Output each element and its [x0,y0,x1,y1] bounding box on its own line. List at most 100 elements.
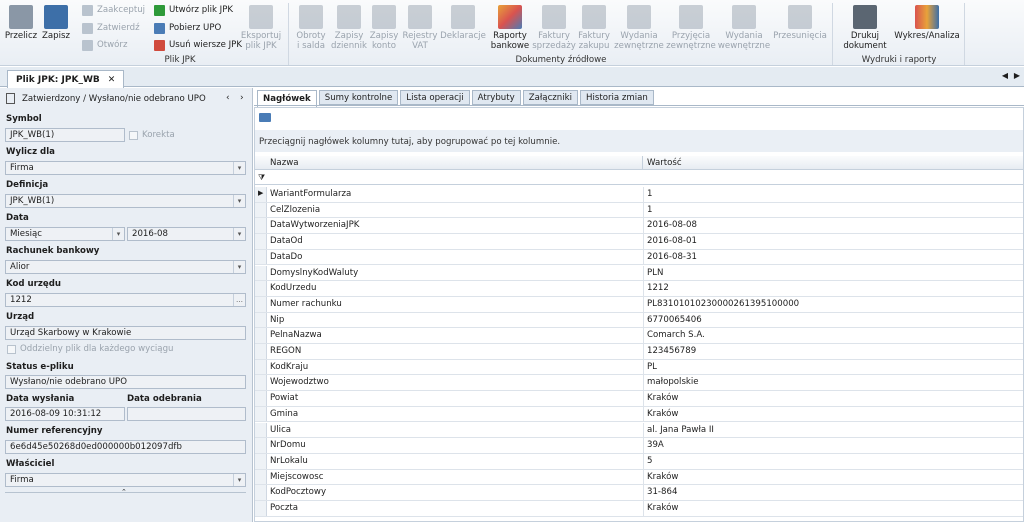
row-indicator[interactable] [255,438,267,453]
cell-nazwa[interactable]: Nip [270,315,284,325]
cell-nazwa[interactable]: REGON [270,346,301,356]
cell-nazwa[interactable]: DomyslnyKodWaluty [270,268,358,278]
chevron-down-icon[interactable]: ▾ [233,162,245,174]
table-row[interactable]: Gmina Kraków [255,406,1023,423]
filter-icon[interactable]: ⧩ [258,173,265,183]
row-indicator[interactable] [255,406,267,422]
cell-wartosc[interactable]: PL [647,362,657,372]
chevron-right-icon[interactable]: › [240,93,244,103]
group-panel[interactable]: Przeciągnij nagłówek kolumny tutaj, aby … [255,130,1023,152]
row-indicator[interactable] [255,375,267,391]
more-icon[interactable]: … [233,294,245,306]
table-row[interactable]: DataWytworzeniaJPK 2016-08-08 [255,218,1023,235]
data-wyslania-field[interactable]: 2016-08-09 10:31:12 [5,407,125,421]
row-indicator[interactable]: ▶ [255,187,267,202]
cell-wartosc[interactable]: 31-864 [647,487,677,497]
data-odebrania-field[interactable] [127,407,246,421]
column-wartosc[interactable]: Wartość [644,156,1022,170]
status-field[interactable]: Wysłano/nie odebrano UPO [5,375,246,389]
tab-sumy-kontrolne[interactable]: Sumy kontrolne [318,90,399,105]
table-row[interactable]: KodUrzedu 1212 [255,281,1023,297]
cell-nazwa[interactable]: NrLokalu [270,456,308,466]
table-row[interactable]: CelZlozenia 1 [255,202,1023,219]
row-indicator[interactable] [255,312,267,328]
przesuniecia-button[interactable]: Przesunięcia [773,2,827,54]
obroty-button[interactable]: Obroty i salda [292,2,330,54]
zapisy-konto-button[interactable]: Zapisy konto [368,2,400,54]
row-indicator[interactable] [255,249,267,265]
table-row[interactable]: Ulica al. Jana Pawła II [255,422,1023,439]
przyjecia-zewnetrzne-button[interactable]: Przyjęcia zewnętrzne [666,2,716,54]
zapisz-button[interactable]: Zapisz [40,2,72,54]
close-icon[interactable]: ✕ [108,75,116,85]
row-indicator[interactable] [255,501,267,516]
cell-wartosc[interactable]: Kraków [647,409,678,419]
cell-nazwa[interactable]: CelZlozenia [270,205,320,215]
table-row[interactable]: REGON 123456789 [255,344,1023,360]
eksportuj-button[interactable]: Eksportuj plik JPK [238,2,284,54]
wydania-zewnetrzne-button[interactable]: Wydania zewnętrzne [614,2,664,54]
cell-wartosc[interactable]: al. Jana Pawła II [647,425,714,435]
cell-wartosc[interactable]: PL83101010230000261395100000 [647,299,799,309]
row-indicator[interactable] [255,296,267,312]
cell-wartosc[interactable]: 1 [647,189,652,199]
cell-wartosc[interactable]: 2016-08-01 [647,236,697,246]
table-row[interactable]: PelnaNazwa Comarch S.A. [255,328,1023,344]
cell-nazwa[interactable]: Powiat [270,393,298,403]
cell-nazwa[interactable]: PelnaNazwa [270,330,322,340]
numer-referencyjny-field[interactable]: 6e6d45e50268d0ed000000b012097dfb [5,440,246,454]
row-indicator[interactable] [255,422,267,438]
wylicz-select[interactable]: Firma ▾ [5,161,246,175]
row-indicator[interactable] [255,344,267,359]
table-row[interactable]: DataDo 2016-08-31 [255,249,1023,266]
cell-wartosc[interactable]: Kraków [647,503,678,513]
cell-nazwa[interactable]: DataDo [270,252,302,262]
filter-row[interactable]: ⧩ [255,171,1023,185]
row-indicator[interactable] [255,391,267,406]
cell-wartosc[interactable]: 2016-08-08 [647,220,697,230]
document-tab[interactable]: Plik JPK: JPK_WB ✕ [7,70,125,88]
kod-urzedu-field[interactable]: 1212… [5,293,246,307]
cell-nazwa[interactable]: Numer rachunku [270,299,342,309]
table-row[interactable]: Numer rachunku PL831010102300002613951000… [255,296,1023,313]
tab-atrybuty[interactable]: Atrybuty [471,90,521,105]
cell-wartosc[interactable]: PLN [647,268,663,278]
row-indicator[interactable] [255,218,267,234]
table-row[interactable]: Nip 6770065406 [255,312,1023,329]
table-row[interactable]: Wojewodztwo małopolskie [255,375,1023,392]
zaakceptuj-button[interactable]: Zaakceptuj [82,2,145,18]
rachunek-select[interactable]: Alior ▾ [5,260,246,274]
cell-wartosc[interactable]: 1 [647,205,652,215]
cell-wartosc[interactable]: Kraków [647,472,678,482]
cell-nazwa[interactable]: KodKraju [270,362,308,372]
cell-wartosc[interactable]: Comarch S.A. [647,330,705,340]
rejestry-vat-button[interactable]: Rejestry VAT [401,2,439,54]
cell-nazwa[interactable]: Gmina [270,409,298,419]
row-indicator[interactable] [255,265,267,281]
zatwierdz-button[interactable]: Zatwierdź [82,20,140,36]
row-indicator[interactable] [255,328,267,343]
cell-nazwa[interactable]: KodUrzedu [270,283,316,293]
cell-nazwa[interactable]: NrDomu [270,440,306,450]
tab-historia-zmian[interactable]: Historia zmian [580,90,654,105]
scroll-left-icon[interactable]: ◀ [1002,71,1008,80]
cell-nazwa[interactable]: Wojewodztwo [270,377,329,387]
collapse-icon[interactable]: ⌃ [121,488,127,496]
wydania-wewnetrzne-button[interactable]: Wydania wewnętrzne [718,2,770,54]
table-row[interactable]: ▶ WariantFormularza 1 [255,187,1023,203]
row-indicator[interactable] [255,485,267,500]
cell-nazwa[interactable]: DataWytworzeniaJPK [270,220,359,230]
faktury-zakupu-button[interactable]: Faktury zakupu [576,2,612,54]
data-period-field[interactable]: 2016-08 ▾ [127,227,246,241]
usun-wiersze-button[interactable]: Usuń wiersze JPK [154,37,242,53]
tab-lista-operacji[interactable]: Lista operacji [400,90,470,105]
urzad-field[interactable]: Urząd Skarbowy w Krakowie [5,326,246,340]
cell-nazwa[interactable]: Poczta [270,503,298,513]
otworz-button[interactable]: Otwórz [82,37,127,53]
table-row[interactable]: NrDomu 39A [255,438,1023,454]
table-row[interactable]: Poczta Kraków [255,501,1023,517]
table-row[interactable]: DomyslnyKodWaluty PLN [255,265,1023,282]
table-row[interactable]: Powiat Kraków [255,391,1023,407]
table-row[interactable]: KodKraju PL [255,359,1023,376]
cell-wartosc[interactable]: małopolskie [647,377,699,387]
